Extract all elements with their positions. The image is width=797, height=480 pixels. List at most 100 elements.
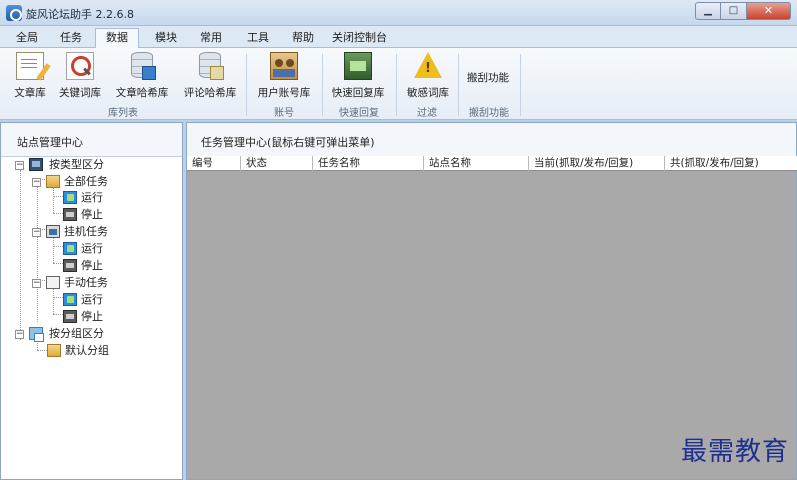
tree-node-all-stop[interactable]: 停止 (63, 207, 163, 223)
column-header-total[interactable]: 共(抓取/发布/回复) (665, 156, 796, 171)
robot-icon (46, 225, 60, 238)
comment-hash-library-button[interactable]: 评论哈希库 (180, 52, 240, 102)
tree-node-all-run[interactable]: 运行 (63, 190, 163, 206)
window-controls: ▁ □ ✕ (695, 2, 791, 20)
minimize-icon: ▁ (704, 5, 712, 16)
ribbon-separator (520, 54, 521, 116)
title-bar: 旋风论坛助手 2.2.6.8 ▁ □ ✕ (0, 0, 797, 26)
ribbon-group-library-list: 库列表 (108, 108, 138, 119)
close-button[interactable]: ✕ (747, 2, 791, 20)
article-hash-library-button[interactable]: 文章哈希库 (112, 52, 172, 102)
tree-node-label: 按类型区分 (49, 158, 104, 171)
collapse-icon[interactable]: − (32, 279, 41, 288)
tree-node-by-type[interactable]: − 按类型区分 (15, 157, 165, 173)
users-icon (270, 52, 298, 80)
tree-node-label: 挂机任务 (64, 225, 108, 238)
tab-global[interactable]: 全局 (6, 29, 48, 48)
tree-node-all-tasks[interactable]: − 全部任务 (32, 174, 162, 190)
tree-node-label: 运行 (81, 242, 103, 255)
folder-icon (46, 175, 60, 188)
tree-node-label: 全部任务 (64, 175, 108, 188)
task-management-panel: 任务管理中心(鼠标右键可弹出菜单) 编号 状态 任务名称 站点名称 当前(抓取/… (186, 122, 797, 480)
tree-node-label: 停止 (81, 208, 103, 221)
tab-task[interactable]: 任务 (50, 29, 92, 48)
stop-icon (63, 310, 77, 323)
stop-icon (63, 259, 77, 272)
user-account-library-label: 用户账号库 (257, 87, 311, 99)
tree-node-label: 运行 (81, 293, 103, 306)
tree-line (53, 246, 63, 247)
tree-node-manual-tasks[interactable]: − 手动任务 (32, 275, 162, 291)
tab-tools[interactable]: 工具 (237, 29, 279, 48)
tab-data[interactable]: 数据 (95, 28, 139, 49)
window-title: 旋风论坛助手 2.2.6.8 (26, 8, 134, 21)
magnifier-icon (66, 52, 94, 80)
tree-node-label: 按分组区分 (49, 327, 104, 340)
site-tree: − 按类型区分 − 全部任务 运行 停止 − 挂机任务 运行 停止 − 手动任务… (1, 157, 182, 479)
tree-node-label: 运行 (81, 191, 103, 204)
collapse-icon[interactable]: − (15, 330, 24, 339)
watermark-logo: 最需教育 (680, 437, 789, 467)
scrape-function-button[interactable]: 搬刮功能 (458, 52, 518, 102)
site-management-title: 站点管理中心 (1, 123, 182, 157)
tab-help[interactable]: 帮助 (282, 29, 324, 48)
reply-icon (344, 52, 372, 80)
site-management-panel: 站点管理中心 − 按类型区分 − 全部任务 运行 停止 − 挂机任务 运行 停止… (0, 122, 183, 480)
task-management-title: 任务管理中心(鼠标右键可弹出菜单) (187, 123, 796, 157)
database-icon (196, 52, 224, 80)
tree-line (53, 187, 54, 213)
tab-close-console[interactable]: 关闭控制台 (322, 29, 397, 48)
tree-node-default-group[interactable]: 默认分组 (47, 343, 167, 359)
minimize-button[interactable]: ▁ (695, 2, 721, 20)
warning-icon (414, 52, 442, 80)
column-header-status[interactable]: 状态 (241, 156, 313, 171)
stop-icon (63, 208, 77, 221)
tree-node-idle-tasks[interactable]: − 挂机任务 (32, 224, 162, 240)
tree-node-idle-stop[interactable]: 停止 (63, 258, 163, 274)
user-account-library-button[interactable]: 用户账号库 (254, 52, 314, 102)
tree-line (53, 237, 54, 263)
run-icon (63, 191, 77, 204)
tree-node-label: 默认分组 (65, 344, 109, 357)
run-icon (63, 242, 77, 255)
task-table-header: 编号 状态 任务名称 站点名称 当前(抓取/发布/回复) 共(抓取/发布/回复) (187, 156, 797, 171)
tree-node-by-group[interactable]: − 按分组区分 (15, 326, 165, 342)
tree-node-manual-stop[interactable]: 停止 (63, 309, 163, 325)
column-header-site-name[interactable]: 站点名称 (424, 156, 529, 171)
tree-node-label: 手动任务 (64, 276, 108, 289)
tree-line (20, 170, 21, 340)
collapse-icon[interactable]: − (32, 228, 41, 237)
tree-line (53, 297, 63, 298)
tab-module[interactable]: 模块 (145, 29, 187, 48)
tree-node-manual-run[interactable]: 运行 (63, 292, 163, 308)
maximize-button[interactable]: □ (721, 2, 747, 20)
group-icon (29, 327, 44, 342)
document-icon (16, 52, 44, 80)
tree-line (53, 196, 63, 197)
close-icon: ✕ (763, 4, 774, 17)
menu-tab-bar: 全局 任务 数据 模块 常用 工具 帮助 关闭控制台 (0, 26, 797, 49)
collapse-icon[interactable]: − (15, 161, 24, 170)
column-header-id[interactable]: 编号 (187, 156, 241, 171)
comment-hash-library-label: 评论哈希库 (183, 87, 237, 99)
tree-node-idle-run[interactable]: 运行 (63, 241, 163, 257)
column-header-current[interactable]: 当前(抓取/发布/回复) (529, 156, 665, 171)
sensitive-word-library-label: 敏感词库 (407, 87, 449, 99)
column-header-task-name[interactable]: 任务名称 (313, 156, 424, 171)
hand-icon (46, 276, 60, 289)
tree-line (53, 213, 63, 214)
tree-line (37, 350, 47, 351)
tree-node-label: 停止 (81, 259, 103, 272)
ribbon-group-scrape: 搬刮功能 (469, 108, 509, 119)
keyword-library-button[interactable]: 关键词库 (50, 52, 110, 102)
database-icon (128, 52, 156, 80)
tree-line (53, 314, 63, 315)
collapse-icon[interactable]: − (32, 178, 41, 187)
quick-reply-library-button[interactable]: 快速回复库 (328, 52, 388, 102)
ribbon-group-quick-reply: 快速回复 (339, 108, 379, 119)
tree-line (53, 263, 63, 264)
tab-common[interactable]: 常用 (190, 29, 232, 48)
maximize-icon: □ (728, 5, 739, 16)
app-icon (6, 5, 22, 21)
ribbon-group-account: 账号 (274, 108, 294, 119)
